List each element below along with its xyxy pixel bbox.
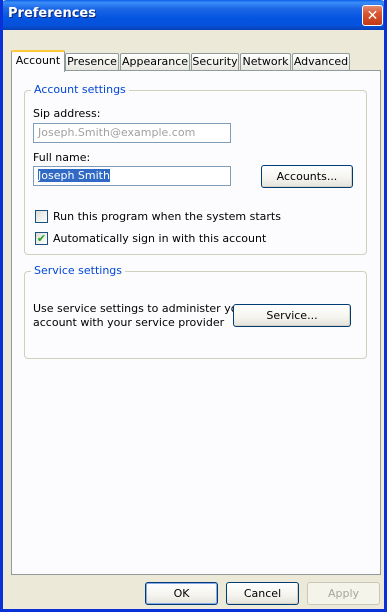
full-name-field[interactable]: Joseph Smith	[33, 166, 231, 186]
close-icon: ✕	[366, 7, 379, 24]
account-settings-title: Account settings	[31, 83, 129, 96]
account-tab-panel: Account settings Sip address: Joseph.Smi…	[11, 70, 381, 575]
tab-network[interactable]: Network	[240, 53, 291, 71]
service-settings-description: Use service settings to administer you a…	[33, 302, 244, 330]
full-name-value: Joseph Smith	[38, 169, 110, 182]
full-name-label: Full name:	[33, 151, 91, 164]
service-settings-group: Service settings Use service settings to…	[24, 264, 367, 359]
service-settings-title: Service settings	[31, 264, 126, 277]
tab-advanced[interactable]: Advanced	[292, 53, 350, 71]
ok-button[interactable]: OK	[145, 582, 218, 605]
run-at-startup-label[interactable]: Run this program when the system starts	[53, 210, 281, 223]
account-settings-group: Account settings Sip address: Joseph.Smi…	[24, 83, 367, 255]
apply-button[interactable]: Apply	[307, 582, 380, 605]
sip-address-label: Sip address:	[33, 107, 101, 120]
auto-signin-checkbox[interactable]: ✔	[35, 232, 48, 245]
auto-signin-label[interactable]: Automatically sign in with this account	[53, 232, 266, 245]
accounts-button[interactable]: Accounts...	[261, 165, 353, 188]
service-button[interactable]: Service...	[233, 304, 351, 327]
window-title: Preferences	[8, 6, 96, 21]
tab-appearance[interactable]: Appearance	[120, 53, 190, 71]
close-button[interactable]: ✕	[362, 5, 383, 26]
tab-presence[interactable]: Presence	[65, 53, 119, 71]
sip-address-field[interactable]: Joseph.Smith@example.com	[33, 123, 231, 143]
tab-account[interactable]: Account	[11, 50, 65, 72]
cancel-button[interactable]: Cancel	[226, 582, 299, 605]
run-at-startup-checkbox[interactable]	[35, 210, 48, 223]
service-description-line-2: account with your service provider	[33, 316, 225, 329]
title-bar[interactable]: Preferences ✕	[3, 0, 384, 30]
service-description-line-1: Use service settings to administer you	[33, 302, 245, 315]
tab-security[interactable]: Security	[191, 53, 239, 71]
preferences-window: Preferences ✕ Account Presence Appearanc…	[0, 0, 387, 612]
checkmark-icon: ✔	[36, 232, 47, 245]
